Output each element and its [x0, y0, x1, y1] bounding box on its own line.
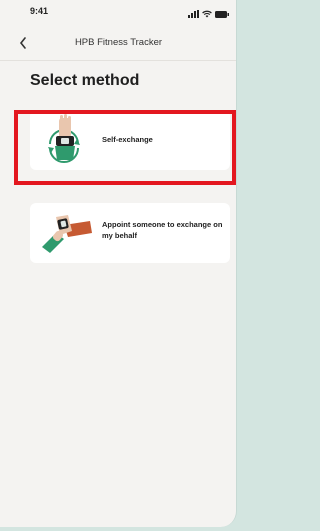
status-bar: 9:41 — [0, 0, 236, 26]
status-time: 9:41 — [30, 6, 49, 16]
self-exchange-illustration — [48, 114, 80, 163]
header-divider — [0, 60, 236, 61]
status-icons — [188, 6, 229, 18]
appoint-someone-label: Appoint someone to exchange on my behalf — [102, 220, 223, 240]
app-screen: 9:41 HPB Fitness Tracker Select method S… — [0, 0, 237, 527]
signal-icon — [188, 10, 199, 18]
battery-icon — [215, 11, 229, 18]
wifi-icon — [202, 10, 212, 18]
navigation-bar: HPB Fitness Tracker — [0, 26, 236, 60]
self-exchange-label: Self-exchange — [102, 135, 153, 144]
self-exchange-option[interactable]: Self-exchange — [30, 110, 230, 170]
nav-title: HPB Fitness Tracker — [74, 37, 163, 48]
page-title: Select method — [30, 72, 140, 89]
appoint-someone-option[interactable]: Appoint someone to exchange on my behalf — [30, 203, 230, 263]
handover-illustration — [42, 215, 92, 253]
